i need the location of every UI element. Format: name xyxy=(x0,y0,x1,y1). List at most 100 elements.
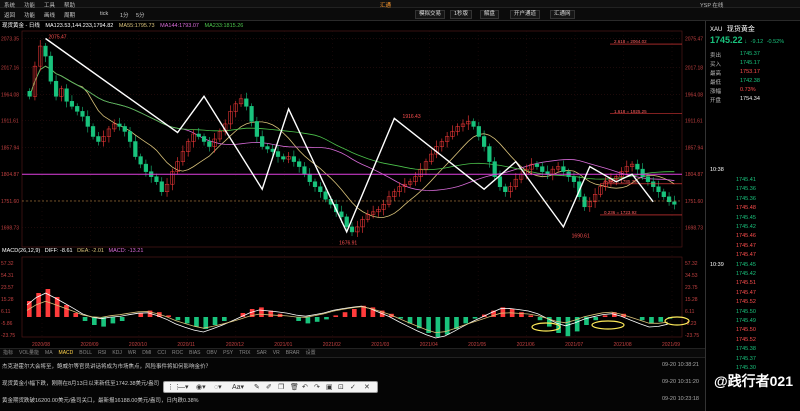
quote-row-label: 开盘 xyxy=(710,98,722,104)
candle-body xyxy=(244,98,249,107)
macd-bar xyxy=(333,315,339,317)
candle-body xyxy=(201,136,207,142)
huitong-button[interactable]: 汇通网 xyxy=(550,10,575,19)
quote-title: XAU 现货黄金 xyxy=(710,26,755,33)
candle-body xyxy=(143,163,149,172)
check-icon[interactable]: ✓ xyxy=(350,383,356,392)
indicator-tab[interactable]: WR xyxy=(125,349,139,357)
indicator-tab[interactable]: RSI xyxy=(95,349,109,357)
copy-icon[interactable]: ❐ xyxy=(278,383,284,392)
quote-row: 最高 1753.17 xyxy=(710,69,798,77)
indicator-tab[interactable]: 设置 xyxy=(303,349,319,357)
macd-bar xyxy=(537,317,543,321)
indicator-tab[interactable]: PSY xyxy=(220,349,236,357)
macd-bar xyxy=(64,305,69,317)
candle-body xyxy=(476,126,481,137)
line-style-icon[interactable]: —▾ xyxy=(178,383,189,392)
y-tick-label-right: 1964.08 xyxy=(685,92,703,98)
indicator-tab[interactable]: VOL量能 xyxy=(16,349,42,357)
tick-price: 1745.52 xyxy=(736,299,756,306)
text-size-icon[interactable]: Aa▾ xyxy=(232,383,244,392)
candle-body xyxy=(534,163,540,167)
redo-icon[interactable]: ↷ xyxy=(314,383,320,392)
price-annotation: 1690.61 xyxy=(572,234,590,240)
macd-y-tick-left: 54.31 xyxy=(1,273,14,279)
candle-body xyxy=(323,191,328,200)
indicator-tab[interactable]: MA xyxy=(42,349,56,357)
candle-body xyxy=(27,91,32,97)
open-account-button[interactable]: 开户通道 xyxy=(510,10,541,19)
macd-bar xyxy=(463,317,469,324)
macd-bar xyxy=(82,317,88,321)
color-icon[interactable]: ◉▾ xyxy=(196,383,206,392)
tick-button[interactable]: tick xyxy=(100,11,108,17)
macd-bar xyxy=(658,317,664,322)
tick-header: 10:38 xyxy=(710,167,724,173)
tick-price: 1745.45 xyxy=(736,214,756,221)
news-time: 09-20 10:38:21 xyxy=(661,362,699,368)
candle-body xyxy=(291,156,296,162)
delete-icon[interactable]: 🗑 xyxy=(290,383,299,392)
quote-price-row: 1745.22 ↓ -9.12 -0.52% xyxy=(710,35,798,45)
indicator-tab[interactable]: KDJ xyxy=(109,349,124,357)
period-button[interactable]: 周期 xyxy=(64,11,75,19)
indicator-tab[interactable]: 指标 xyxy=(0,349,16,357)
brush-icon[interactable]: ✐ xyxy=(266,383,272,392)
indicator-tab[interactable]: BIAS xyxy=(186,349,203,357)
candle-body xyxy=(656,186,661,192)
candle-body xyxy=(318,186,323,192)
pen-icon[interactable]: ✎ xyxy=(254,383,260,392)
m5-button[interactable]: 5分 xyxy=(136,11,145,19)
plot-frame xyxy=(21,30,683,248)
macd-y-tick-right: -5.23 xyxy=(685,321,697,327)
candlestick-chart[interactable]: 2.618 = 2064.021.618 = 1925.250.382 = 17… xyxy=(0,21,705,348)
sim-trade-button[interactable]: 模拟交易 xyxy=(415,10,446,19)
close-icon[interactable]: ✕ xyxy=(364,383,370,392)
shape-icon[interactable]: ◌▾ xyxy=(214,383,222,392)
news-item[interactable]: 黄金期货跌破16200.00美元/盎司关口，最新报16188.00美元/盎司，日… xyxy=(2,396,199,404)
indicator-tab[interactable]: ROC xyxy=(169,349,186,357)
draw-button[interactable]: 画线 xyxy=(44,11,55,19)
lock-icon[interactable]: ⊡ xyxy=(338,383,344,392)
y-tick-label-right: 2017.18 xyxy=(685,66,703,72)
quote-row: 卖出 1745.37 xyxy=(710,51,798,59)
tick-price: 1745.41 xyxy=(736,177,756,183)
function-button[interactable]: 功能 xyxy=(24,11,35,19)
macd-bar xyxy=(296,317,301,321)
candle-body xyxy=(307,173,312,182)
tick-header: 10:39 xyxy=(710,261,724,268)
macd-bar xyxy=(472,317,478,319)
indicator-tab[interactable]: OBV xyxy=(204,349,221,357)
macd-bar xyxy=(352,309,357,317)
candle-body xyxy=(43,45,48,57)
back-button[interactable]: 返回 xyxy=(4,11,15,19)
indicator-tab[interactable]: BOLL xyxy=(76,349,95,357)
indicator-tab[interactable]: MACD xyxy=(56,349,77,357)
indicator-tab[interactable]: DMI xyxy=(139,349,154,357)
macd-bar xyxy=(639,317,645,321)
indicator-tab[interactable]: SAR xyxy=(254,349,270,357)
one-second-button[interactable]: 1秒版 xyxy=(450,10,473,19)
indicator-tab[interactable]: VR xyxy=(270,349,283,357)
tick-price: 1745.37 xyxy=(736,355,756,362)
fill-icon[interactable]: ▣ xyxy=(326,383,333,392)
candle-body xyxy=(571,176,577,182)
news-item[interactable]: 杰克逊霍尔大会将至，鲍威尔等官员讲话将成为市场焦点，风险事件将如何影响金价？ xyxy=(2,362,211,370)
m1-button[interactable]: 1分 xyxy=(120,11,129,19)
analysis-button[interactable]: 解盘 xyxy=(480,10,500,19)
candle-body xyxy=(503,186,508,192)
y-tick-label-right: 1751.60 xyxy=(685,199,703,205)
macd-bar xyxy=(92,317,97,325)
indicator-tab[interactable]: TRIX xyxy=(236,349,253,357)
drawing-toolbar: ⋮⋮ —▾ ◉▾ ◌▾ Aa▾ ✎ ✐ ❐ 🗑 ↶ ↷ ▣ ⊡ ✓ ✕ xyxy=(163,381,378,393)
candle-body xyxy=(482,136,487,147)
candle-body xyxy=(540,166,545,172)
indicator-tab[interactable]: CCI xyxy=(154,349,169,357)
indicator-tab[interactable]: BRAR xyxy=(283,349,303,357)
symbol-label: 现货黄金 - 日线 xyxy=(2,23,40,29)
quote-row: 买入 1745.17 xyxy=(710,60,798,68)
candle-body xyxy=(487,146,492,162)
undo-icon[interactable]: ↶ xyxy=(302,383,308,392)
news-item[interactable]: 现货黄金小幅下跌，刚刚在8月13日以来新低至1742.38美元/盎司 xyxy=(2,379,159,387)
macd-y-tick-left: 23.57 xyxy=(1,285,14,291)
